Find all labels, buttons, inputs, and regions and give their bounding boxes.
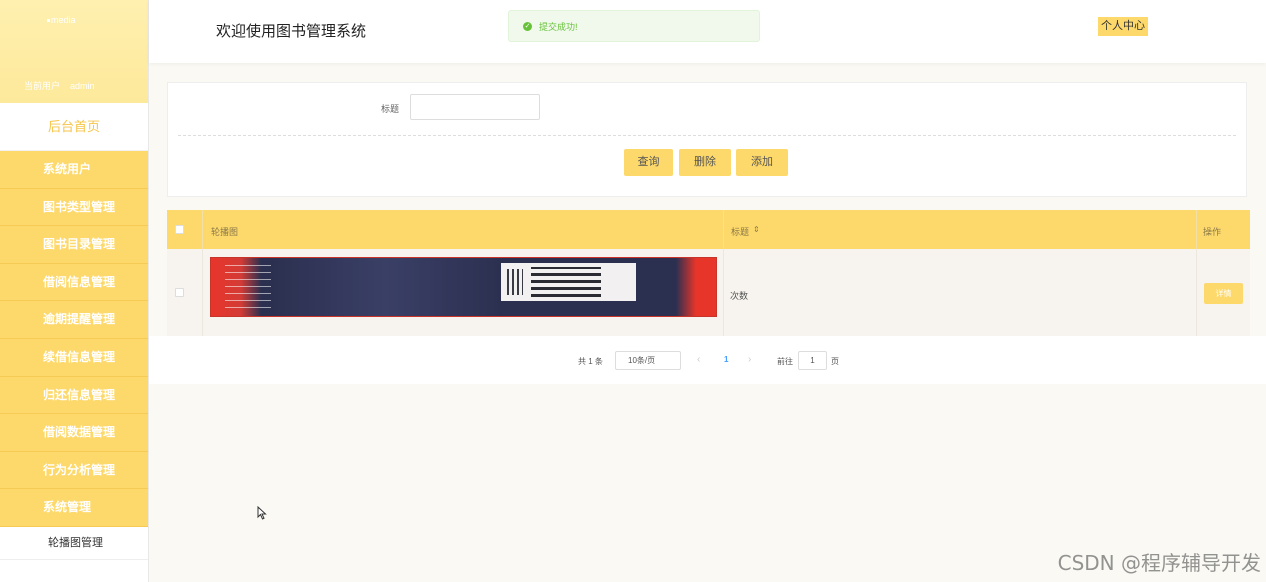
row-title-cell [724,249,1197,336]
page-title: 欢迎使用图书管理系统 [216,23,367,40]
table-header: 轮播图 标题 ⇕ 操作 [167,210,1250,249]
header-actions-cell: 操作 [1197,210,1250,249]
divider [178,135,1236,136]
watermark: CSDN @程序辅导开发 [1057,551,1261,575]
toast-message: 提交成功! [539,22,578,32]
page-number[interactable]: 1 [724,355,728,364]
mouse-cursor-icon [257,505,267,525]
sidebar-item-system-management[interactable]: 系统管理 [0,489,148,527]
sidebar-item-behavior-analysis[interactable]: 行为分析管理 [0,451,148,490]
carousel-image [210,257,717,317]
next-page-icon[interactable]: › [748,354,751,365]
pagination: 共 1 条 10条/页 ‹ 1 › 前往 1 页 [149,336,1266,384]
sidebar-item-book-catalog[interactable]: 图书目录管理 [0,226,148,264]
sidebar-subitem-carousel[interactable]: 轮播图管理 [0,526,148,560]
sidebar-item-home[interactable]: 后台首页 [0,103,148,151]
title-filter-label: 标题 [381,104,400,114]
check-circle-icon: ✓ [523,22,532,31]
goto-page-input[interactable]: 1 [798,351,827,370]
sidebar-item-overdue-reminder[interactable]: 逾期提醒管理 [0,301,148,339]
logo: media [47,15,76,25]
table-row: 次数 [167,249,1250,337]
row-title: 次数 [730,291,749,301]
delete-button[interactable]: 删除 [679,149,731,176]
column-header-image: 轮播图 [211,227,239,237]
sidebar: media 当前用户 admin 后台首页 系统用户 图书类型管理 图书目录管理 … [0,0,149,582]
page-suffix: 页 [831,357,839,366]
prev-page-icon[interactable]: ‹ [697,354,700,365]
page-size-select[interactable]: 10条/页 [615,351,681,370]
column-header-actions: 操作 [1203,227,1222,237]
sidebar-item-book-types[interactable]: 图书类型管理 [0,188,148,227]
top-header: 欢迎使用图书管理系统 ✓ 提交成功! 个人中心 [149,0,1266,63]
sidebar-header: media 当前用户 admin [0,0,148,103]
sort-icon[interactable]: ⇕ [753,225,760,234]
detail-button[interactable]: 详情 [1204,283,1243,304]
sidebar-item-renewal-info[interactable]: 续借信息管理 [0,338,148,377]
column-header-title: 标题 [731,227,750,237]
search-panel: 标题 查询 删除 添加 [167,82,1247,197]
sidebar-item-borrow-data[interactable]: 借阅数据管理 [0,414,148,452]
sidebar-item-system-users[interactable]: 系统用户 [0,151,148,189]
success-toast: ✓ 提交成功! [508,10,760,42]
add-button[interactable]: 添加 [736,149,788,176]
sidebar-item-return-info[interactable]: 归还信息管理 [0,376,148,415]
row-checkbox-cell [167,249,203,336]
pagination-total: 共 1 条 [578,357,603,366]
title-filter-input[interactable] [410,94,540,120]
current-user-label: 当前用户 [24,81,61,91]
current-user: 当前用户 admin [24,79,95,92]
select-all-checkbox[interactable] [175,225,184,234]
query-button[interactable]: 查询 [624,149,673,176]
goto-label: 前往 [777,357,793,366]
profile-button[interactable]: 个人中心 [1098,17,1148,36]
header-image-cell: 轮播图 [203,210,724,249]
row-checkbox[interactable] [175,288,184,297]
header-title-cell[interactable]: 标题 ⇕ [724,210,1197,249]
header-checkbox-cell [167,210,203,249]
sidebar-item-borrow-info[interactable]: 借阅信息管理 [0,263,148,302]
carousel-table: 轮播图 标题 ⇕ 操作 次数 [167,210,1250,337]
current-user-name: admin [70,81,95,91]
